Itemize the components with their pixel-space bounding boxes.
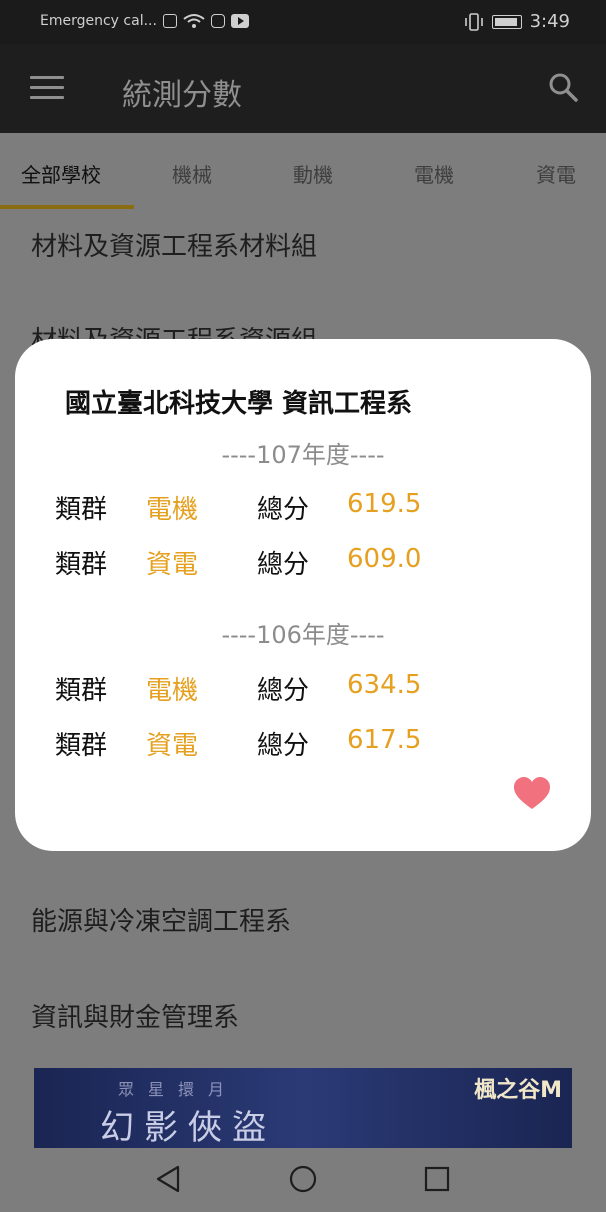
score-row: 類群 資電 總分 609.0	[55, 544, 555, 580]
score-label: 總分	[257, 495, 310, 525]
page-title: 統測分數	[122, 78, 242, 113]
score-label: 總分	[257, 550, 310, 580]
recents-icon[interactable]	[423, 1165, 451, 1193]
list-item[interactable]: 能源與冷凍空調工程系	[31, 901, 291, 938]
home-icon[interactable]	[288, 1164, 318, 1194]
year-header: ----106年度----	[221, 621, 385, 649]
score-label: 總分	[257, 731, 310, 761]
group-value: 資電	[146, 731, 199, 761]
search-icon[interactable]	[548, 72, 578, 102]
tab-information-electronics[interactable]: 資電	[536, 159, 576, 188]
score-row: 類群 電機 總分 619.5	[55, 489, 555, 525]
score-dialog: 國立臺北科技大學 資訊工程系 ----107年度---- 類群 電機 總分 61…	[15, 339, 591, 851]
group-value: 電機	[146, 676, 199, 706]
dialog-title: 國立臺北科技大學 資訊工程系	[65, 389, 413, 419]
score-value: 634.5	[347, 670, 422, 700]
group-label: 類群	[55, 731, 108, 761]
ad-logo: 楓之谷M	[474, 1078, 562, 1103]
ad-title: 幻影俠盜	[100, 1108, 276, 1148]
group-label: 類群	[55, 550, 108, 580]
back-icon[interactable]	[154, 1164, 184, 1194]
group-label: 類群	[55, 676, 108, 706]
system-nav-bar	[0, 1148, 606, 1212]
year-header: ----107年度----	[221, 441, 385, 469]
category-tabs: 全部學校 機械 動機 電機 資電	[0, 133, 606, 209]
vibrate-icon	[464, 12, 483, 31]
app-toolbar: 統測分數	[0, 44, 606, 133]
tab-indicator	[0, 205, 134, 209]
score-value: 619.5	[347, 489, 422, 519]
tab-electrical[interactable]: 電機	[414, 159, 454, 188]
score-row: 類群 資電 總分 617.5	[55, 725, 555, 761]
clock: 3:49	[529, 11, 570, 32]
tab-all-schools[interactable]: 全部學校	[21, 159, 101, 188]
instagram-icon	[210, 14, 225, 28]
heart-icon[interactable]	[513, 777, 551, 811]
list-item[interactable]: 材料及資源工程系材料組	[31, 226, 317, 263]
status-bar: Emergency cal... 3:49	[0, 0, 606, 44]
score-row: 類群 電機 總分 634.5	[55, 670, 555, 706]
wifi-icon	[183, 14, 205, 28]
score-value: 617.5	[347, 725, 422, 755]
group-value: 電機	[146, 495, 199, 525]
carrier-text: Emergency cal...	[40, 13, 157, 29]
score-value: 609.0	[347, 544, 422, 574]
ad-subtitle: 眾星擐月	[118, 1080, 239, 1099]
ad-banner[interactable]: 眾星擐月 幻影俠盜 楓之谷M	[34, 1068, 572, 1148]
list-item[interactable]: 資訊與財金管理系	[31, 997, 239, 1034]
alert-icon	[162, 14, 177, 28]
youtube-icon	[230, 14, 249, 28]
group-label: 類群	[55, 495, 108, 525]
score-label: 總分	[257, 676, 310, 706]
hamburger-menu-icon[interactable]	[30, 76, 64, 100]
battery-icon	[491, 14, 522, 29]
group-value: 資電	[146, 550, 199, 580]
tab-mechanical[interactable]: 機械	[172, 159, 212, 188]
tab-power-mechanical[interactable]: 動機	[293, 159, 333, 188]
